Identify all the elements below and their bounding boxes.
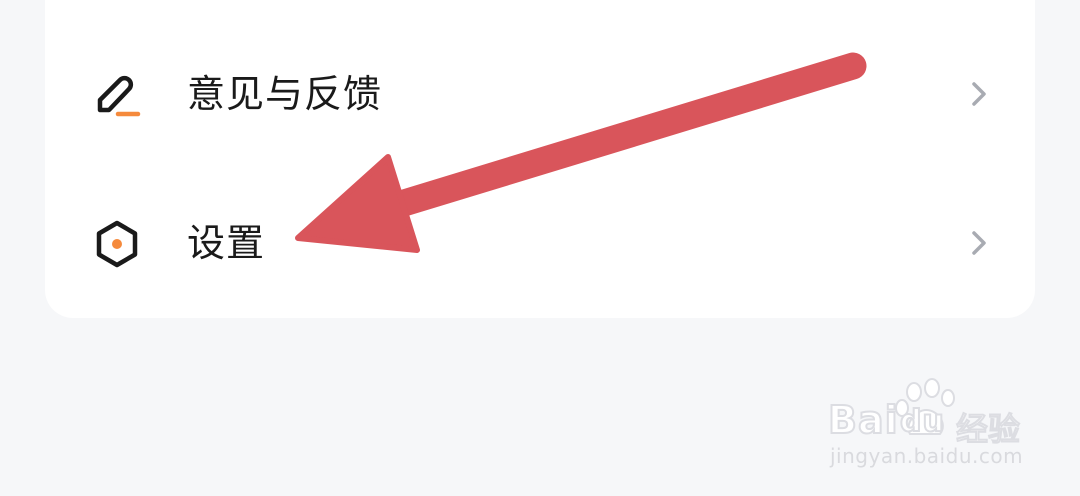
baidu-watermark: Bai du 经验 jingyan.baidu.com — [827, 378, 1028, 474]
chevron-right-icon — [972, 231, 986, 255]
pencil-icon — [97, 75, 141, 117]
menu-item-label: 意见与反馈 — [187, 72, 383, 116]
chevron-right-icon — [972, 82, 986, 106]
watermark-url: jingyan.baidu.com — [830, 444, 1024, 468]
menu-item-feedback[interactable]: 意见与反馈 — [45, 34, 1035, 154]
menu-item-label: 设置 — [187, 221, 266, 265]
watermark-brand: Bai — [827, 397, 899, 443]
hexagon-settings-icon — [96, 220, 138, 268]
watermark-brand-suffix: du — [899, 403, 945, 440]
menu-item-settings[interactable]: 设置 — [45, 183, 1035, 303]
menu-card: 意见与反馈 设置 — [45, 0, 1035, 318]
